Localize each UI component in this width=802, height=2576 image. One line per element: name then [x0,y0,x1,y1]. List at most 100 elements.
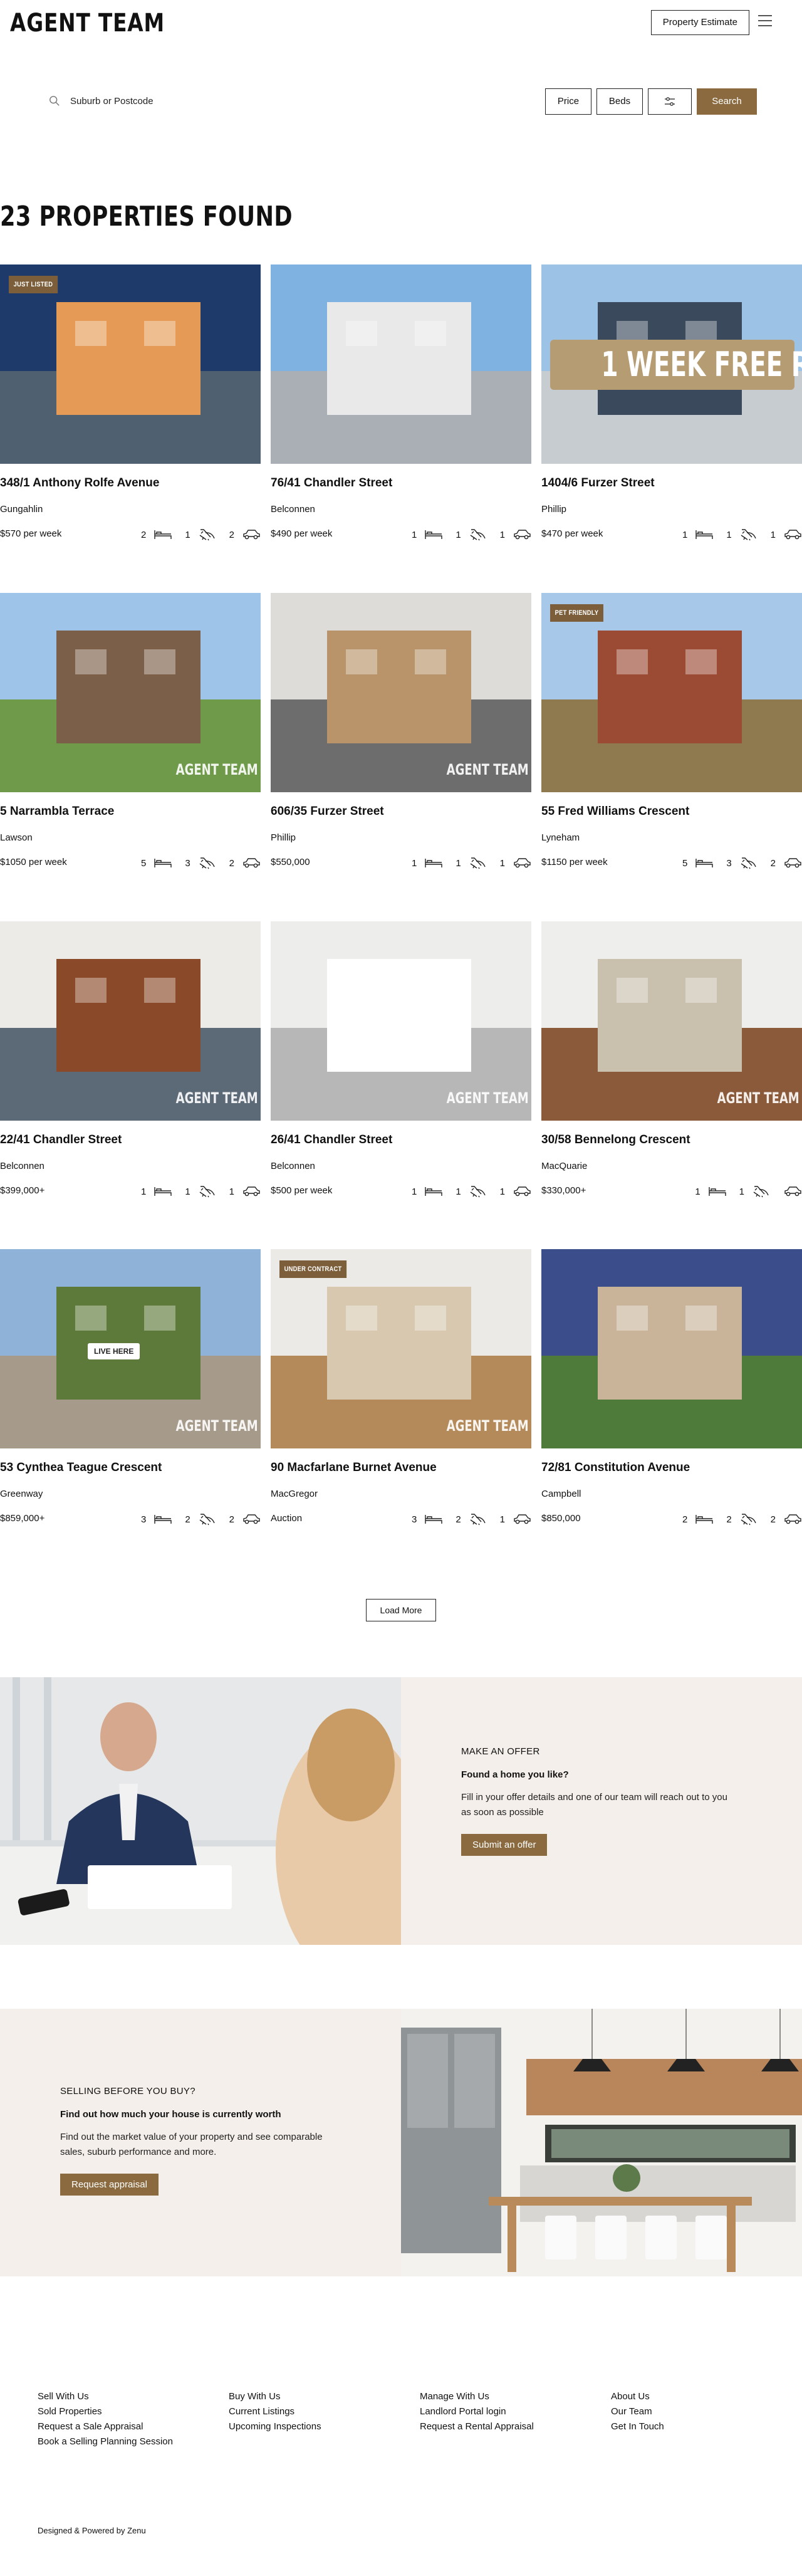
baths-count: 2 [456,1514,461,1525]
footer-link[interactable]: Current Listings [229,2404,321,2419]
listing-address[interactable]: 55 Fred Williams Crescent [541,805,802,819]
promo-banner-text: 1 WEEK FREE RENT [601,345,802,384]
listing-suburb: MacGregor [271,1489,318,1499]
bath-icon [199,529,215,541]
listing-photo[interactable] [271,264,531,464]
bath-icon [199,857,215,869]
listing-meta: $1050 per week 5 3 2 [0,857,261,869]
listing-address[interactable]: 606/35 Furzer Street [271,805,531,819]
footer-link[interactable]: Sold Properties [38,2404,173,2419]
listing-suburb: Gungahlin [0,504,43,515]
listing-address[interactable]: 5 Narrambla Terrace [0,805,261,819]
submit-offer-button[interactable]: Submit an offer [461,1834,548,1856]
listing-meta: $1150 per week 5 3 2 [541,857,802,869]
listing-meta: $859,000+ 3 2 2 [0,1513,261,1526]
listing-photo[interactable]: AGENT TEAM [541,921,802,1121]
selling-section: SELLING BEFORE YOU BUY? Find out how muc… [0,2009,802,2276]
load-more-button[interactable]: Load More [366,1599,436,1621]
listing-suburb: Belconnen [0,1161,44,1171]
bed-icon [154,859,172,867]
footer-link[interactable]: Sell With Us [38,2389,173,2404]
listing-address[interactable]: 1404/6 Furzer Street [541,476,802,490]
car-icon [514,530,531,540]
footer-link[interactable]: Manage With Us [420,2389,534,2404]
selling-body: Find out the market value of your proper… [60,2132,323,2157]
listing-address[interactable]: 72/81 Constitution Avenue [541,1461,802,1475]
listing-photo[interactable]: AGENT TEAM [271,921,531,1121]
footer-link[interactable]: Buy With Us [229,2389,321,2404]
beds-count: 5 [682,857,688,869]
beds-count: 2 [682,1514,688,1525]
listing-meta: $550,000 1 1 1 [271,857,531,869]
listing-card[interactable]: 76/41 Chandler Street Belconnen $490 per w… [271,264,531,541]
listing-photo[interactable]: AGENT TEAM [0,921,261,1121]
listing-card[interactable]: PET FRIENDLY 55 Fred Williams Crescent Lyn… [541,593,802,869]
listing-card[interactable]: AGENT TEAM 30/58 Bennelong Crescent MacQua… [541,921,802,1198]
listing-suburb: MacQuarie [541,1161,588,1171]
listing-card[interactable]: LIVE HERE AGENT TEAM 53 Cynthea Teague Cre… [0,1249,261,1526]
listing-card[interactable]: 72/81 Constitution Avenue Campbell $850,00… [541,1249,802,1526]
results-heading: 23 PROPERTIES FOUND [0,201,293,233]
beds-filter-button[interactable]: Beds [596,88,643,115]
baths-count: 3 [185,857,190,869]
request-appraisal-button[interactable]: Request appraisal [60,2174,159,2196]
listing-card[interactable]: JUST LISTED 348/1 Anthony Rolfe Avenue Gun… [0,264,261,541]
listing-price: $859,000+ [0,1513,45,1524]
listing-photo[interactable]: PET FRIENDLY [541,593,802,792]
offer-subheading: Found a home you like? [461,1769,569,1780]
kitchen-photo [401,2009,802,2276]
site-logo[interactable]: AGENT TEAM [10,9,165,38]
listing-card[interactable]: UNDER CONTRACT AGENT TEAM 90 Macfarlane Bu… [271,1249,531,1526]
listing-card[interactable]: AGENT TEAM 26/41 Chandler Street Belconnen… [271,921,531,1198]
footer-link[interactable]: Our Team [611,2404,664,2419]
listing-address[interactable]: 53 Cynthea Teague Crescent [0,1461,261,1475]
listing-photo[interactable]: JUST LISTED [0,264,261,464]
listing-address[interactable]: 26/41 Chandler Street [271,1133,531,1147]
footer-link[interactable]: Request a Sale Appraisal [38,2419,173,2434]
listing-meta: Auction 3 2 1 [271,1513,531,1526]
listing-card[interactable]: 1 WEEK FREE RENT 1404/6 Furzer Street Phil… [541,264,802,541]
sliders-icon [665,97,675,106]
listing-address[interactable]: 348/1 Anthony Rolfe Avenue [0,476,261,490]
selling-eyebrow: SELLING BEFORE YOU BUY? [60,2086,195,2097]
footer-link[interactable]: Request a Rental Appraisal [420,2419,534,2434]
car-icon [514,1514,531,1524]
cars-feature: 1 [500,857,531,869]
listing-card[interactable]: AGENT TEAM 606/35 Furzer Street Phillip $55… [271,593,531,869]
cars-feature: 2 [229,1513,261,1526]
listing-photo[interactable]: LIVE HERE AGENT TEAM [0,1249,261,1448]
listing-address[interactable]: 22/41 Chandler Street [0,1133,261,1147]
listing-photo[interactable] [541,1249,802,1448]
footer-link[interactable]: Book a Selling Planning Session [38,2434,173,2449]
listing-address[interactable]: 90 Macfarlane Burnet Avenue [271,1461,531,1475]
bed-icon [425,1515,443,1524]
listing-address[interactable]: 76/41 Chandler Street [271,476,531,490]
agent-team-watermark: AGENT TEAM [446,1417,529,1435]
listing-meta: $399,000+ 1 1 1 [0,1185,261,1198]
bath-icon [741,857,756,869]
price-filter-button[interactable]: Price [545,88,591,115]
hamburger-menu-icon[interactable] [758,15,772,26]
footer-link[interactable]: Upcoming Inspections [229,2419,321,2434]
listing-card[interactable]: AGENT TEAM 5 Narrambla Terrace Lawson $1050… [0,593,261,869]
beds-count: 1 [140,1186,147,1197]
beds-feature: 1 [682,528,714,541]
listing-features: 1 1 1 [399,528,531,541]
listing-photo[interactable]: AGENT TEAM [0,593,261,792]
footer-link[interactable]: Get In Touch [611,2419,664,2434]
listing-photo[interactable]: UNDER CONTRACT AGENT TEAM [271,1249,531,1448]
footer-credit[interactable]: Designed & Powered by Zenu [38,2526,146,2535]
listing-photo[interactable]: 1 WEEK FREE RENT [541,264,802,464]
more-filters-button[interactable] [648,88,692,115]
search-input[interactable]: Suburb or Postcode [45,86,521,115]
baths-feature: 2 [726,1513,758,1526]
search-button[interactable]: Search [697,88,757,115]
footer-link[interactable]: About Us [611,2389,664,2404]
listing-address[interactable]: 30/58 Bennelong Crescent [541,1133,802,1147]
footer-link[interactable]: Landlord Portal login [420,2404,534,2419]
beds-feature: 1 [141,1185,172,1198]
listing-photo[interactable]: AGENT TEAM [271,593,531,792]
listing-card[interactable]: AGENT TEAM 22/41 Chandler Street Belconnen… [0,921,261,1198]
property-estimate-button[interactable]: Property Estimate [650,10,749,35]
bath-icon [199,1186,215,1198]
